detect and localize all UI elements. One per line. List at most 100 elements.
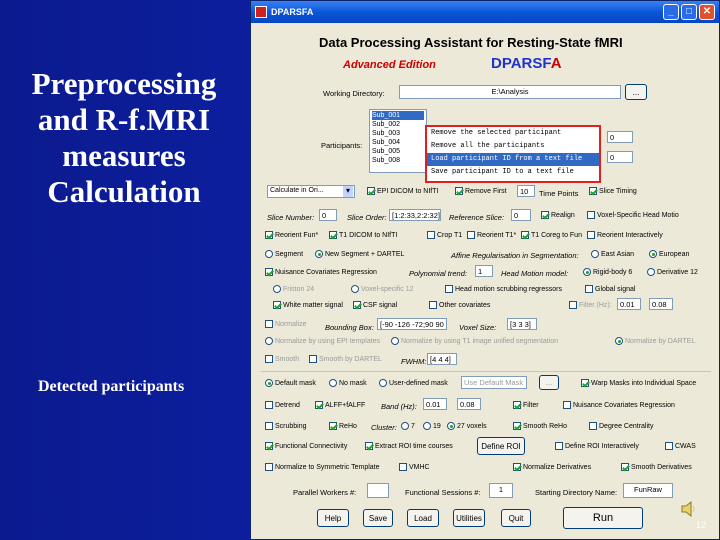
close-button[interactable]: ✕ [699,4,715,20]
save-button[interactable]: Save [363,509,393,527]
help-button[interactable]: Help [317,509,349,527]
scrubbing-checkbox[interactable]: Scrubbing [265,422,307,430]
remove-first-input[interactable]: 10 [517,185,535,197]
slice-order-input[interactable]: [1:2:33,2:2:32] [389,209,441,221]
cluster-19-radio[interactable]: 19 [423,422,441,430]
head-motion-scrub-checkbox[interactable]: Head motion scrubbing regressors [445,285,562,293]
t1-dicom-checkbox[interactable]: T1 DICOM to NIfTI [329,231,397,239]
crop-t1-checkbox[interactable]: Crop T1 [427,231,462,239]
working-dir-input[interactable]: E:\Analysis [399,85,621,99]
white-matter-checkbox[interactable]: White matter signal [273,301,343,309]
band-high-input[interactable]: 0.08 [457,398,481,410]
cluster-27-radio[interactable]: 27 voxels [447,422,487,430]
new-segment-radio[interactable]: New Segment + DARTEL [315,250,404,258]
csf-checkbox[interactable]: CSF signal [353,301,397,309]
reho-checkbox[interactable]: ReHo [329,422,357,430]
normalize-t1-radio[interactable]: Normalize by using T1 image unified segm… [391,337,558,345]
normalize-checkbox[interactable]: Normalize [265,320,307,328]
derivative-radio[interactable]: Derivative 12 [647,268,698,276]
filter-low-input[interactable]: 0.01 [617,298,641,310]
filter-high-input[interactable]: 0.08 [649,298,673,310]
load-button[interactable]: Load [407,509,439,527]
starting-dir-input[interactable]: FunRaw [623,483,673,498]
list-item[interactable]: Sub_008 [372,156,424,165]
fwhm-input[interactable]: [4 4 4] [427,353,457,365]
cluster-7-radio[interactable]: 7 [401,422,415,430]
voxel-specific-12-radio[interactable]: Voxel-specific 12 [351,285,414,293]
smooth-dartel-checkbox[interactable]: Smooth by DARTEL [309,355,382,363]
global-signal-checkbox[interactable]: Global signal [585,285,635,293]
degree-centrality-checkbox[interactable]: Degree Centrality [589,422,653,430]
cwas-checkbox[interactable]: CWAS [665,442,696,450]
friston-radio[interactable]: Friston 24 [273,285,314,293]
smooth-derivatives-checkbox[interactable]: Smooth Derivatives [621,463,692,471]
reorient-interactive-checkbox[interactable]: Reorient Interactively [587,231,663,239]
voxel-size-input[interactable]: [3 3 3] [507,318,537,330]
normalize-dartel-radio[interactable]: Normalize by DARTEL [615,337,695,345]
reorient-t1-checkbox[interactable]: Reorient T1* [467,231,516,239]
default-mask-radio[interactable]: Default mask [265,379,316,387]
define-roi-interactive-checkbox[interactable]: Define ROI Interactively [555,442,639,450]
menu-item-save-ids[interactable]: Save participant ID to a text file [427,166,599,179]
rigid-body-radio[interactable]: Rigid-body 6 [583,268,632,276]
calculate-space-select[interactable]: Calculate in Ori... [267,185,355,198]
smooth-reho-checkbox[interactable]: Smooth ReHo [513,422,567,430]
window-titlebar[interactable]: DPARSFA _ □ ✕ [251,1,719,23]
parallel-workers-input[interactable] [367,483,389,498]
timepoints-field-2[interactable]: 0 [607,151,633,163]
mask-browse-button[interactable]: ... [539,375,559,390]
define-roi-button[interactable]: Define ROI [477,437,525,455]
reorient-fun-checkbox[interactable]: Reorient Fun* [265,231,318,239]
extract-roi-checkbox[interactable]: Extract ROI time courses [365,442,453,450]
user-mask-input[interactable]: Use Default Mask [461,376,527,389]
vmhc-checkbox[interactable]: VMHC [399,463,430,471]
no-mask-radio[interactable]: No mask [329,379,367,387]
polynomial-input[interactable]: 1 [475,265,493,277]
functional-connectivity-checkbox[interactable]: Functional Connectivity [265,442,347,450]
band-low-input[interactable]: 0.01 [423,398,447,410]
other-covariates-checkbox[interactable]: Other covariates [429,301,490,309]
speaker-icon[interactable] [680,500,698,518]
bounding-box-input[interactable]: [-90 -126 -72;90 90 108] [377,318,447,330]
slice-number-input[interactable]: 0 [319,209,337,221]
filter-checkbox[interactable]: Filter (Hz): [569,301,612,309]
list-item[interactable]: Sub_004 [372,138,424,147]
smooth-checkbox[interactable]: Smooth [265,355,299,363]
warp-masks-checkbox[interactable]: Warp Masks into Individual Space [581,379,696,387]
minimize-button[interactable]: _ [663,4,679,20]
normalize-epi-radio[interactable]: Normalize by using EPI templates [265,337,380,345]
realign-checkbox[interactable]: Realign [541,211,575,219]
utilities-button[interactable]: Utilities [453,509,485,527]
reference-slice-input[interactable]: 0 [511,209,531,221]
segment-radio[interactable]: Segment [265,250,303,258]
detrend-checkbox[interactable]: Detrend [265,401,300,409]
menu-item-remove-selected[interactable]: Remove the selected participant [427,127,599,140]
functional-sessions-input[interactable]: 1 [489,483,513,498]
epi-dicom-checkbox[interactable]: EPI DICOM to NIfTI [367,187,438,195]
maximize-button[interactable]: □ [681,4,697,20]
working-dir-browse-button[interactable]: ... [625,84,647,100]
nuisance-regression-checkbox[interactable]: Nuisance Covariates Regression [265,268,377,276]
alff-checkbox[interactable]: ALFF+fALFF [315,401,365,409]
list-item[interactable]: Sub_002 [372,120,424,129]
menu-item-load-ids[interactable]: Load participant ID from a text file [427,153,599,166]
east-asian-radio[interactable]: East Asian [591,250,634,258]
list-item[interactable]: Sub_005 [372,147,424,156]
quit-button[interactable]: Quit [501,509,531,527]
user-mask-radio[interactable]: User-defined mask [379,379,448,387]
slice-timing-checkbox[interactable]: Slice Timing [589,187,637,195]
voxel-specific-motion-checkbox[interactable]: Voxel-Specific Head Motio [587,211,679,219]
remove-first-checkbox[interactable]: Remove First [455,187,507,195]
list-item[interactable]: Sub_001 [372,111,424,120]
participants-list[interactable]: Sub_001 Sub_002 Sub_003 Sub_004 Sub_005 … [369,109,427,173]
menu-item-remove-all[interactable]: Remove all the participants [427,140,599,153]
nuisance-bottom-checkbox[interactable]: Nuisance Covariates Regression [563,401,675,409]
european-radio[interactable]: European [649,250,689,258]
list-item[interactable]: Sub_003 [372,129,424,138]
filter-bottom-checkbox[interactable]: Filter [513,401,539,409]
timepoints-field-1[interactable]: 0 [607,131,633,143]
run-button[interactable]: Run [563,507,643,529]
t1-coreg-checkbox[interactable]: T1 Coreg to Fun [521,231,582,239]
normalize-template-checkbox[interactable]: Normalize to Symmetric Template [265,463,380,471]
normalize-derivatives-checkbox[interactable]: Normalize Derivatives [513,463,591,471]
